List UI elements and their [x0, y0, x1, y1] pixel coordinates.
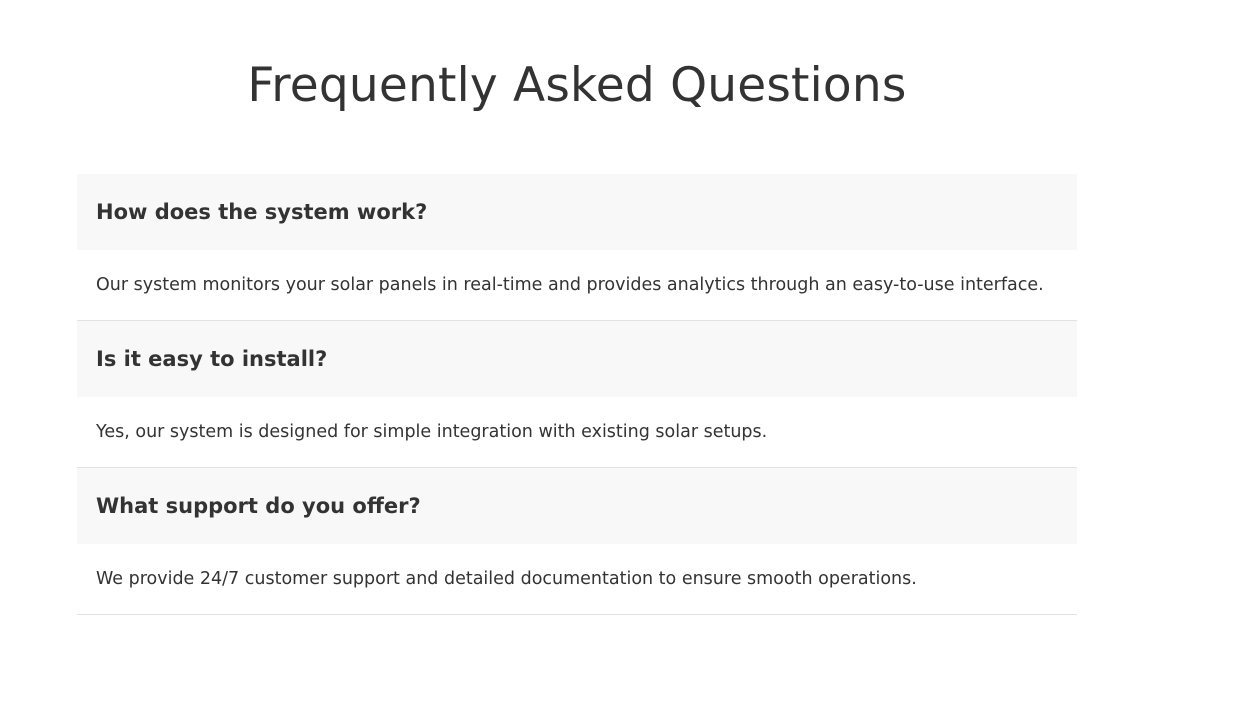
- faq-answer: Yes, our system is designed for simple i…: [96, 422, 768, 442]
- faq-item: Is it easy to install? Yes, our system i…: [77, 321, 1077, 468]
- faq-list: How does the system work? Our system mon…: [77, 174, 1077, 615]
- faq-answer: We provide 24/7 customer support and det…: [96, 569, 917, 589]
- faq-question[interactable]: What support do you offer?: [77, 468, 1077, 544]
- faq-question[interactable]: How does the system work?: [77, 174, 1077, 250]
- page-title: Frequently Asked Questions: [247, 58, 907, 113]
- faq-page: Frequently Asked Questions How does the …: [0, 0, 1246, 718]
- faq-item: What support do you offer? We provide 24…: [77, 468, 1077, 615]
- faq-question[interactable]: Is it easy to install?: [77, 321, 1077, 397]
- faq-item: How does the system work? Our system mon…: [77, 174, 1077, 321]
- faq-answer: Our system monitors your solar panels in…: [96, 275, 1044, 295]
